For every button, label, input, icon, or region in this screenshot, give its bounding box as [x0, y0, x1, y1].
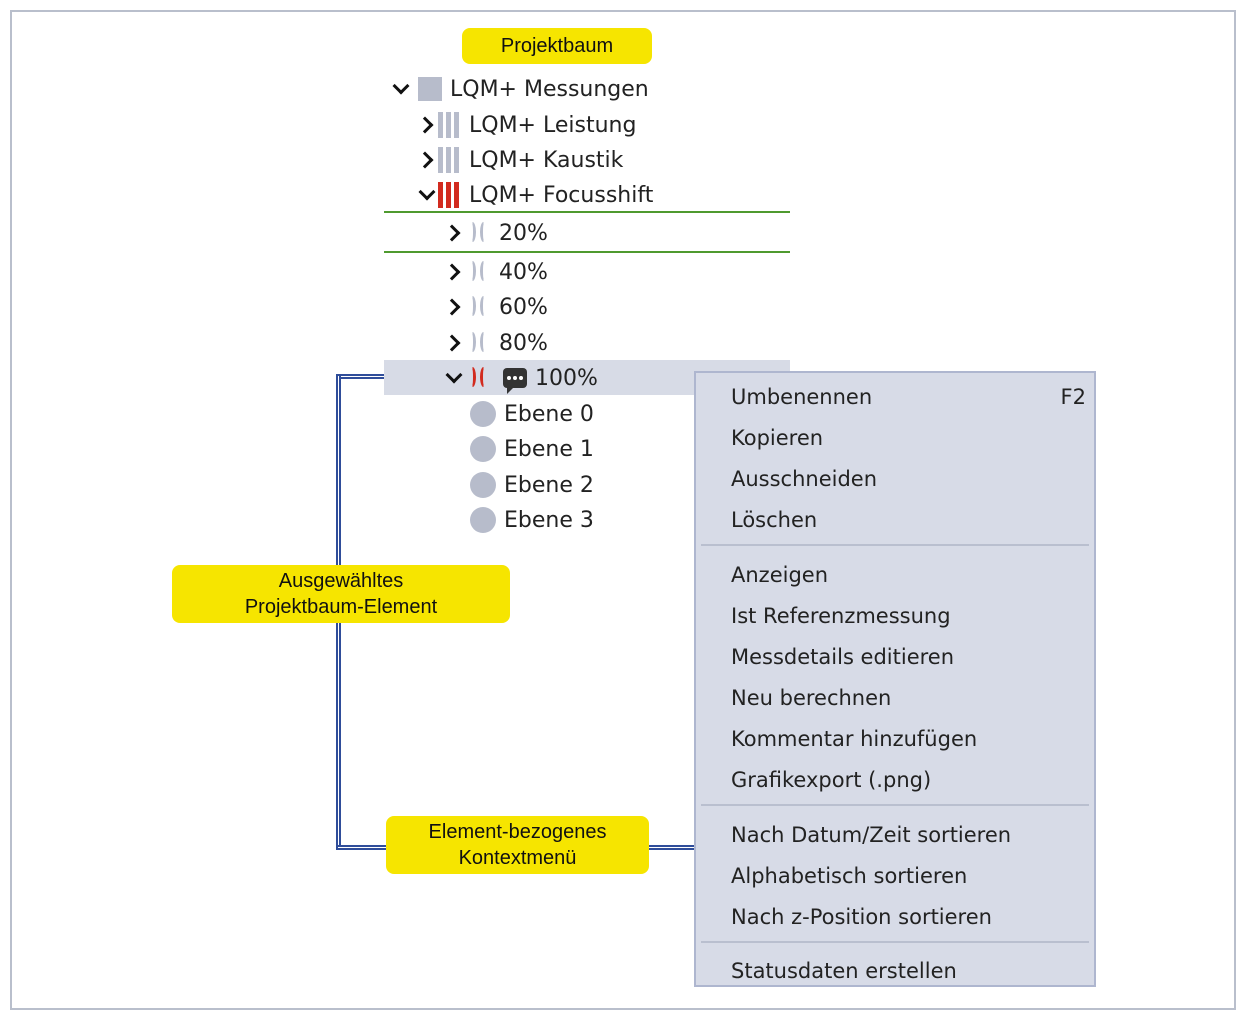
hover-line-bottom — [384, 251, 790, 253]
menu-separator — [701, 544, 1089, 546]
tree-node-focusshift[interactable]: LQM+ Focusshift — [416, 178, 653, 212]
menu-item-add-comment[interactable]: Kommentar hinzufügen — [731, 724, 977, 754]
connector-line — [648, 847, 694, 848]
menu-item-sort-date[interactable]: Nach Datum/Zeit sortieren — [731, 820, 1011, 850]
tree-node-label: LQM+ Kaustik — [469, 147, 624, 173]
tree-node-label: 100% — [535, 365, 598, 391]
tree-node-label: 80% — [499, 330, 548, 356]
callout-selected-element: Ausgewähltes Projektbaum-Element — [172, 565, 510, 623]
chevron-down-icon[interactable] — [390, 78, 412, 100]
tree-node-label: 60% — [499, 294, 548, 320]
shortcut-f2: F2 — [1060, 385, 1086, 409]
tree-node-label: Ebene 1 — [504, 436, 594, 462]
tree-node-80[interactable]: 80% — [443, 326, 548, 360]
tree-node-label: Ebene 2 — [504, 472, 594, 498]
menu-item-edit-details[interactable]: Messdetails editieren — [731, 642, 954, 672]
tree-node-leistung[interactable]: LQM+ Leistung — [416, 108, 636, 142]
bars-icon — [438, 147, 463, 173]
menu-item-export-png[interactable]: Grafikexport (.png) — [731, 765, 931, 795]
callout-context-menu: Element-bezogenes Kontextmenü — [386, 816, 649, 874]
tree-node-kaustik[interactable]: LQM+ Kaustik — [416, 143, 623, 177]
tree-node-60[interactable]: 60% — [443, 290, 548, 324]
level-dot-icon — [470, 401, 496, 427]
focus-icon-active — [469, 365, 495, 391]
level-dot-icon — [470, 472, 496, 498]
chevron-right-icon[interactable] — [416, 149, 438, 171]
tree-node-label: LQM+ Focusshift — [469, 182, 654, 208]
tree-node-ebene-2[interactable]: Ebene 2 — [470, 468, 594, 502]
tree-node-100-selected[interactable]: 100% — [443, 361, 598, 395]
tree-node-label: LQM+ Messungen — [450, 76, 649, 102]
menu-item-status-data[interactable]: Statusdaten erstellen — [731, 956, 957, 986]
tree-node-root[interactable]: LQM+ Messungen — [390, 72, 649, 106]
connector-line — [338, 376, 384, 377]
measurement-folder-icon — [418, 77, 442, 101]
chevron-right-icon[interactable] — [443, 261, 465, 283]
tree-node-ebene-1[interactable]: Ebene 1 — [470, 432, 594, 466]
focus-icon — [469, 294, 495, 320]
callout-selected-line2: Projektbaum-Element — [244, 596, 438, 618]
bars-icon — [438, 112, 463, 138]
menu-item-sort-alpha[interactable]: Alphabetisch sortieren — [731, 861, 967, 891]
callout-projektbaum: Projektbaum — [462, 28, 652, 64]
chevron-down-icon[interactable] — [443, 367, 465, 389]
focus-icon — [469, 330, 495, 356]
menu-item-recalculate[interactable]: Neu berechnen — [731, 683, 891, 713]
focus-icon — [469, 259, 495, 285]
tree-node-label: 20% — [499, 220, 548, 246]
chevron-right-icon[interactable] — [443, 296, 465, 318]
menu-separator — [701, 804, 1089, 806]
menu-item-sort-z[interactable]: Nach z-Position sortieren — [731, 902, 992, 932]
focus-icon — [469, 220, 495, 246]
context-menu: Umbenennen F2 Kopieren Ausschneiden Lösc… — [694, 371, 1096, 987]
tree-node-ebene-0[interactable]: Ebene 0 — [470, 397, 594, 431]
callout-selected-line1: Ausgewähltes — [278, 570, 404, 592]
menu-item-delete[interactable]: Löschen — [731, 505, 817, 535]
connector-line — [338, 847, 386, 848]
menu-item-reference[interactable]: Ist Referenzmessung — [731, 601, 951, 631]
tree-node-40[interactable]: 40% — [443, 255, 548, 289]
callout-context-line2: Kontextmenü — [458, 847, 577, 869]
menu-separator — [701, 941, 1089, 943]
tree-node-ebene-3[interactable]: Ebene 3 — [470, 503, 594, 537]
tree-node-label: 40% — [499, 259, 548, 285]
chevron-down-icon[interactable] — [416, 184, 438, 206]
menu-item-rename[interactable]: Umbenennen — [731, 382, 872, 412]
tree-node-label: LQM+ Leistung — [469, 112, 637, 138]
bars-icon-active — [438, 182, 463, 208]
menu-item-show[interactable]: Anzeigen — [731, 560, 828, 590]
tree-node-label: Ebene 3 — [504, 507, 594, 533]
menu-item-copy[interactable]: Kopieren — [731, 423, 823, 453]
chevron-right-icon[interactable] — [443, 222, 465, 244]
comment-icon — [503, 368, 527, 394]
tree-node-label: Ebene 0 — [504, 401, 594, 427]
tree-node-20[interactable]: 20% — [443, 216, 548, 250]
callout-context-line1: Element-bezogenes — [428, 821, 607, 843]
menu-item-cut[interactable]: Ausschneiden — [731, 464, 877, 494]
chevron-right-icon[interactable] — [443, 332, 465, 354]
level-dot-icon — [470, 436, 496, 462]
chevron-right-icon[interactable] — [416, 114, 438, 136]
callout-projektbaum-text: Projektbaum — [500, 35, 614, 57]
level-dot-icon — [470, 507, 496, 533]
